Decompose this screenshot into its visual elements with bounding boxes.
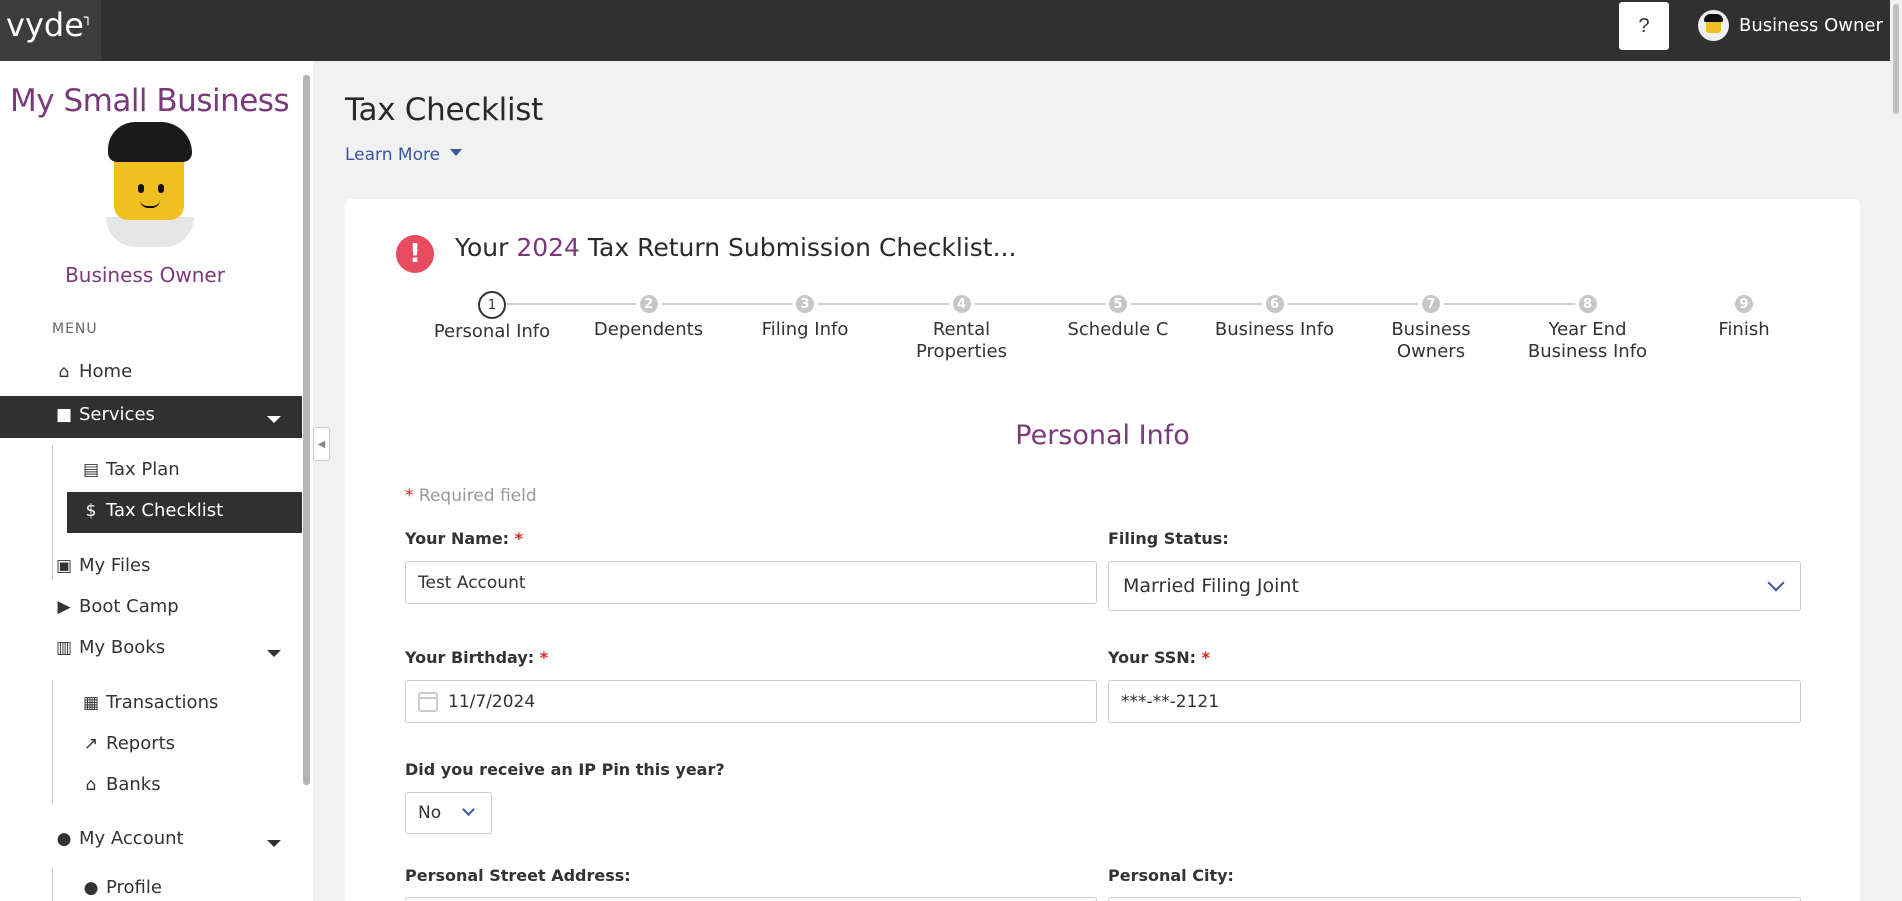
sidebar-item-profile[interactable]: ● Profile (80, 877, 162, 898)
step-number: 7 (1418, 291, 1444, 317)
filing-status-label: Filing Status: (1108, 529, 1229, 548)
name-input[interactable]: Test Account (405, 561, 1097, 604)
chevron-down-icon[interactable] (267, 650, 281, 657)
birthday-label: Your Birthday: * (405, 648, 549, 667)
step-number: 8 (1574, 291, 1601, 317)
city-label: Personal City: (1108, 866, 1234, 885)
step-number: 2 (635, 291, 662, 317)
page-scrollbar[interactable] (1890, 0, 1902, 901)
sidebar-item-home[interactable]: ⌂ Home (53, 361, 133, 382)
alert-icon: ! (396, 235, 434, 273)
sidebar-item-my-books[interactable]: ▥ My Books (53, 637, 165, 658)
sidebar: My Small Business Business Owner MENU ⌂ … (0, 61, 313, 901)
profile-avatar (102, 122, 194, 247)
help-button[interactable]: ? (1619, 2, 1669, 50)
owner-name: Business Owner (65, 263, 225, 287)
ssn-label: Your SSN: * (1108, 648, 1211, 667)
learn-more-toggle[interactable]: Learn More (345, 145, 463, 165)
step-9[interactable]: 9 Finish (1669, 289, 1819, 341)
birthday-input[interactable]: 11/7/2024 (405, 680, 1097, 723)
required-note: * Required field (405, 486, 537, 506)
step-label: Finish (1718, 319, 1770, 340)
step-2[interactable]: 2 Dependents (574, 289, 724, 341)
step-label: Personal Info (433, 321, 551, 342)
sidebar-scrollbar[interactable] (303, 69, 311, 789)
book-open-icon: ▥ (55, 637, 73, 658)
folder-user-icon: ▣ (55, 555, 73, 576)
checklist-heading: Your 2024 Tax Return Submission Checklis… (455, 233, 1017, 262)
ip-pin-select[interactable]: No (405, 792, 492, 834)
step-number: 1 (478, 291, 506, 319)
user-circle-icon: ● (56, 828, 72, 849)
caret-down-icon (450, 148, 463, 156)
sidebar-item-tax-checklist[interactable]: $ Tax Checklist (67, 492, 302, 533)
name-label: Your Name: * (405, 529, 524, 548)
step-4[interactable]: 4 Rental Properties (887, 289, 1037, 363)
user-icon: ● (83, 877, 99, 898)
step-label: Business Owners (1391, 319, 1471, 362)
dollar-icon: $ (85, 500, 97, 521)
step-number: 9 (1731, 291, 1757, 317)
street-address-label: Personal Street Address: (405, 866, 631, 885)
chevron-down-icon[interactable] (267, 840, 281, 847)
business-name: My Small Business (10, 83, 290, 119)
calendar-icon (418, 691, 438, 712)
step-8[interactable]: 8 Year End Business Info (1513, 289, 1663, 363)
step-label: Filing Info (761, 319, 849, 340)
line-chart-icon: ↗ (83, 733, 99, 754)
vyde-logo[interactable]: vyde┐ (0, 0, 101, 61)
step-label: Dependents (593, 319, 704, 340)
sidebar-item-banks[interactable]: ⌂ Banks (80, 774, 161, 795)
step-7[interactable]: 7 Business Owners (1356, 289, 1506, 363)
sidebar-item-reports[interactable]: ↗ Reports (80, 733, 175, 754)
step-label: Schedule C (1067, 319, 1169, 340)
home-icon: ⌂ (58, 361, 70, 382)
filing-status-select[interactable]: Married Filing Joint (1108, 561, 1801, 611)
money-icon: ▦ (82, 692, 100, 713)
step-6[interactable]: 6 Business Info (1200, 289, 1350, 341)
top-bar: vyde┐ ? Business Owner (0, 0, 1902, 61)
sidebar-item-boot-camp[interactable]: ▶ Boot Camp (53, 596, 178, 617)
chevron-down-icon (1767, 574, 1785, 592)
avatar (1698, 10, 1729, 41)
city-input[interactable] (1108, 897, 1801, 901)
collapse-sidebar-button[interactable]: ◀ (313, 427, 330, 461)
checklist-card: ! Your 2024 Tax Return Submission Checkl… (345, 199, 1860, 901)
bank-icon: ⌂ (85, 774, 97, 795)
user-menu[interactable]: Business Owner (1698, 10, 1883, 41)
chevron-down-icon (267, 416, 281, 423)
street-address-input[interactable] (405, 897, 1097, 901)
ip-pin-label: Did you receive an IP Pin this year? (405, 760, 725, 779)
step-number: 6 (1261, 291, 1288, 317)
step-number: 3 (792, 291, 818, 317)
logo-text: vyde (6, 6, 84, 44)
section-title: Personal Info (1015, 420, 1190, 451)
step-label: Rental Properties (916, 319, 1007, 362)
page-title: Tax Checklist (345, 92, 543, 128)
step-label: Year End Business Info (1527, 319, 1648, 362)
step-3[interactable]: 3 Filing Info (730, 289, 880, 341)
step-5[interactable]: 5 Schedule C (1043, 289, 1193, 341)
video-camera-icon: ▶ (57, 596, 71, 617)
step-progress: 1 Personal Info 2 Dependents 3 Filing Info 4 Re… (345, 289, 1860, 369)
step-label: Business Info (1214, 319, 1335, 340)
step-number: 4 (948, 291, 975, 317)
notebook-icon: ▤ (82, 459, 100, 480)
chevron-down-icon (462, 803, 475, 816)
sidebar-item-my-account[interactable]: ● My Account (53, 828, 184, 849)
ssn-input[interactable]: ***-**-2121 (1108, 680, 1801, 723)
sidebar-item-my-files[interactable]: ▣ My Files (53, 555, 150, 576)
briefcase-icon: ■ (55, 404, 73, 425)
sidebar-item-tax-plan[interactable]: ▤ Tax Plan (80, 459, 180, 480)
sidebar-item-transactions[interactable]: ▦ Transactions (80, 692, 218, 713)
step-1[interactable]: 1 Personal Info (417, 289, 567, 343)
user-name: Business Owner (1739, 15, 1883, 36)
sidebar-item-services[interactable]: ■ Services (0, 396, 302, 438)
menu-label: MENU (52, 321, 98, 337)
step-number: 5 (1105, 291, 1131, 317)
